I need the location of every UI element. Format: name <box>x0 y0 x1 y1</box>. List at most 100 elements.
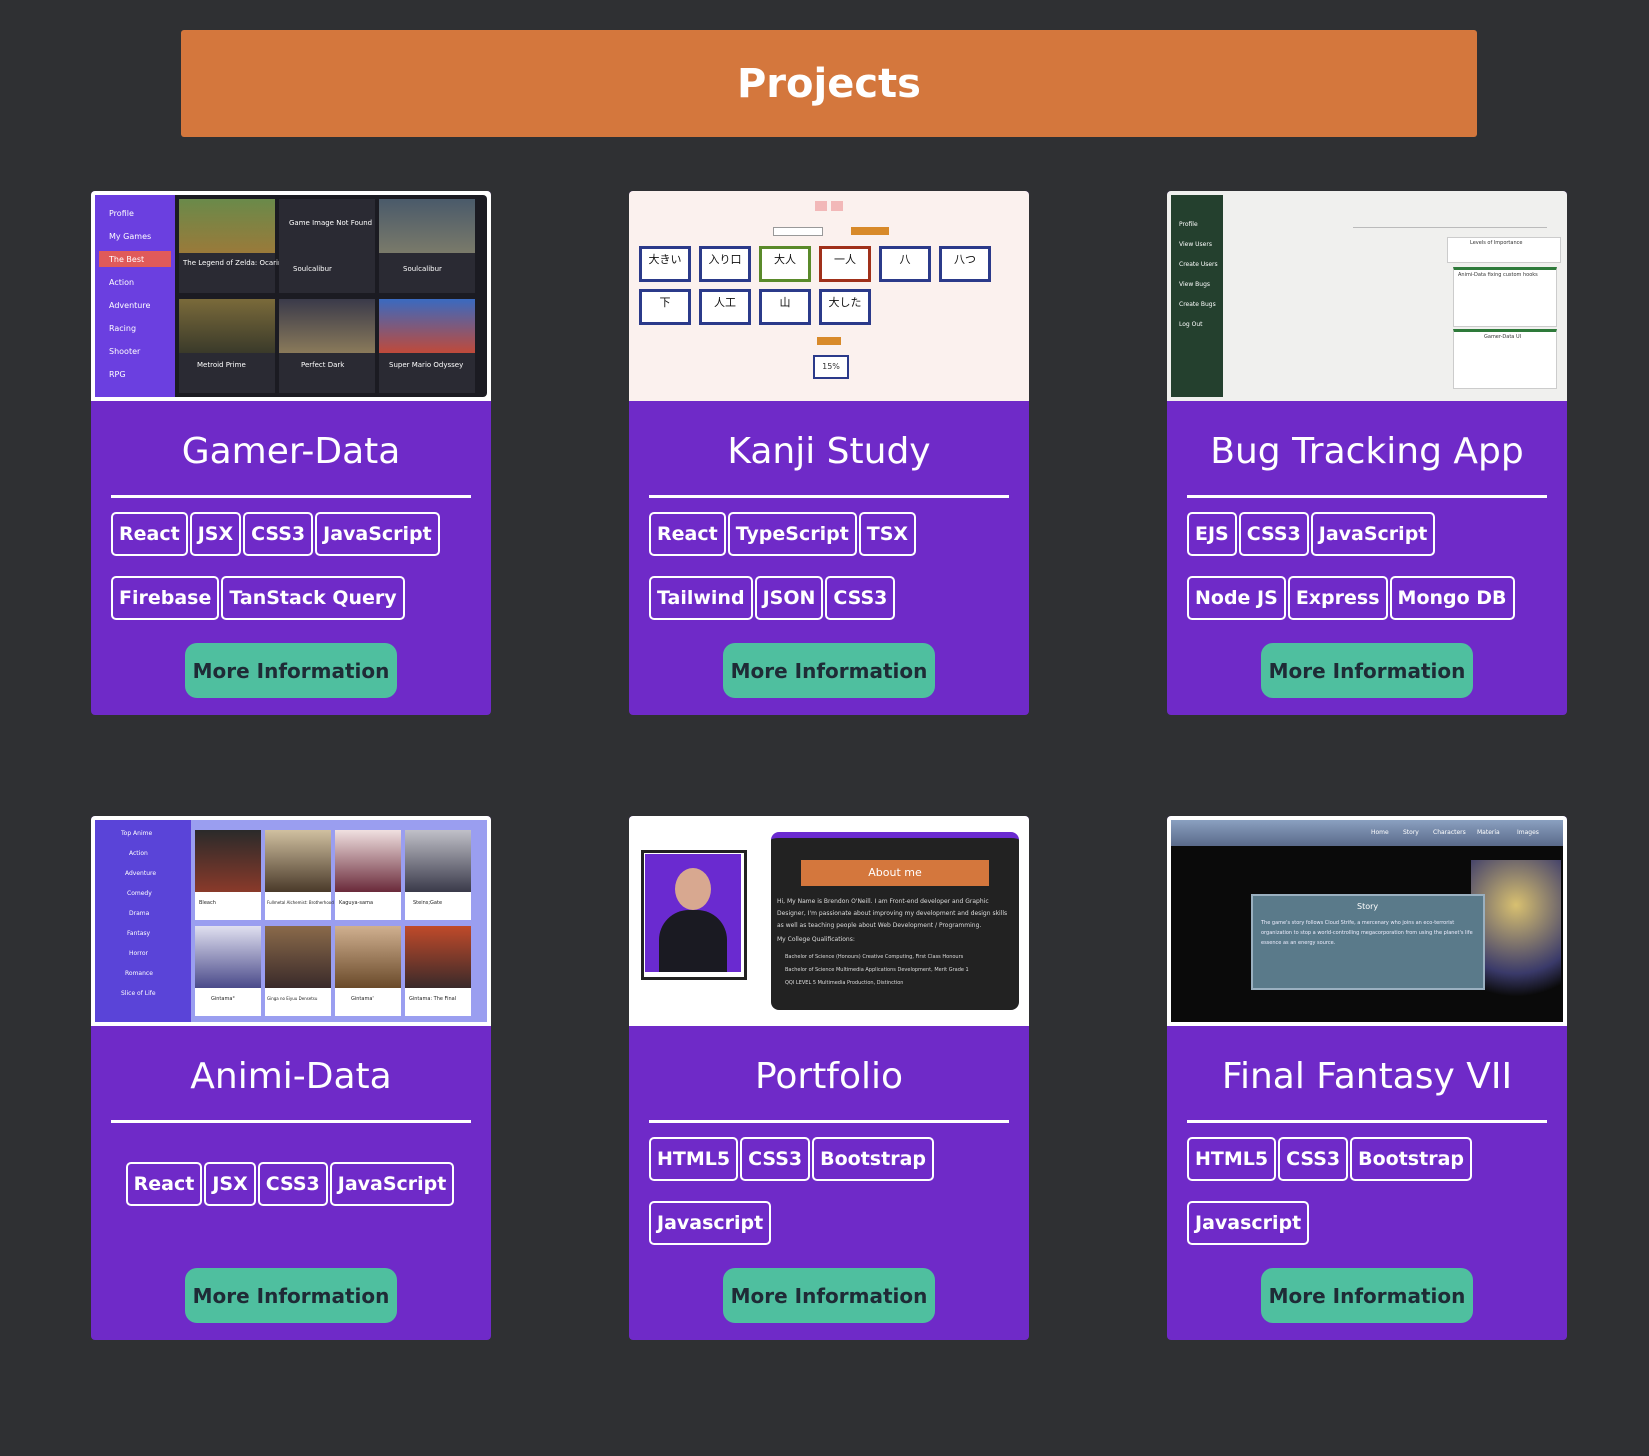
anime-title: Steins;Gate <box>413 900 443 906</box>
bug-title: Gamer-Data UI <box>1484 334 1522 340</box>
menu-item: Shooter <box>109 347 141 356</box>
tech-tag: JSON <box>754 576 824 620</box>
qual-item: Bachelor of Science Multimedia Applicati… <box>785 967 969 973</box>
nav-link[interactable]: Story <box>1403 829 1419 836</box>
nav-link[interactable]: Characters <box>1433 829 1466 836</box>
kanji-card[interactable]: 大人 <box>759 246 811 282</box>
kanji-card[interactable]: 山 <box>759 289 811 325</box>
menu-item: Create Bugs <box>1179 301 1216 308</box>
game-title: Soulcalibur <box>403 265 442 273</box>
project-screenshot: About me Hi, My Name is Brendon O'Neill.… <box>629 816 1029 1026</box>
kanji-card[interactable]: 大した <box>819 289 871 325</box>
project-screenshot: Home Story Characters Materia Images Sto… <box>1167 816 1567 1026</box>
menu-item: My Games <box>109 232 152 241</box>
tech-tag: Bootstrap <box>1350 1137 1472 1181</box>
project-card-final-fantasy-vii: Home Story Characters Materia Images Sto… <box>1167 816 1567 1340</box>
project-card-portfolio: About me Hi, My Name is Brendon O'Neill.… <box>629 816 1029 1340</box>
menu-item: RPG <box>109 370 126 379</box>
project-title: Animi-Data <box>190 1056 392 1097</box>
kanji-card[interactable]: 八つ <box>939 246 991 282</box>
menu-item: View Users <box>1179 241 1212 248</box>
kanji-card[interactable]: 下 <box>639 289 691 325</box>
kanji-card[interactable]: 八 <box>879 246 931 282</box>
tech-tag: Javascript <box>649 1201 772 1245</box>
tech-tag: Javascript <box>1187 1201 1310 1245</box>
title-divider <box>1187 1120 1547 1123</box>
anime-title: Ginga no Eiyuu Densetsu <box>267 996 318 1001</box>
menu-item: Slice of Life <box>121 990 156 997</box>
tech-tag: TSX <box>858 512 917 556</box>
kanji-card[interactable]: 一人 <box>819 246 871 282</box>
menu-item: Action <box>109 278 135 287</box>
menu-item: Profile <box>1179 221 1198 228</box>
project-screenshot: Profile View Users Create Users View Bug… <box>1167 191 1567 401</box>
anime-title: Bleach <box>199 900 216 906</box>
tech-tag: JavaScript <box>315 512 440 556</box>
menu-item: Log Out <box>1179 321 1203 328</box>
more-information-button[interactable]: More Information <box>185 643 397 698</box>
menu-item: Horror <box>129 950 149 957</box>
legend-title: Levels of Importance <box>1470 240 1523 246</box>
title-divider <box>649 495 1009 498</box>
menu-item: Comedy <box>127 890 152 897</box>
tech-tag: Tailwind <box>649 576 753 620</box>
kanji-card[interactable]: 人工 <box>699 289 751 325</box>
project-title: Bug Tracking App <box>1210 431 1524 472</box>
project-screenshot: Profile My Games The Best Action Adventu… <box>91 191 491 401</box>
more-information-button[interactable]: More Information <box>723 1268 935 1323</box>
tech-tag: Express <box>1287 576 1388 620</box>
about-heading: About me <box>801 860 989 886</box>
tech-tags: React JSX CSS3 JavaScript <box>111 1162 471 1226</box>
kanji-card[interactable]: 入り口 <box>699 246 751 282</box>
about-text: Hi, My Name is Brendon O'Neill. I am Fro… <box>777 898 1008 929</box>
project-title: Kanji Study <box>727 431 931 472</box>
more-information-button[interactable]: More Information <box>1261 643 1473 698</box>
tech-tags: HTML5 CSS3 Bootstrap Javascript <box>1187 1137 1547 1265</box>
tech-tag: CSS3 <box>825 576 896 620</box>
tech-tag: HTML5 <box>1187 1137 1277 1181</box>
story-title: Story <box>1357 902 1379 911</box>
tech-tag: React <box>125 1162 203 1206</box>
project-card-gamer-data: Profile My Games The Best Action Adventu… <box>91 191 491 715</box>
profile-photo <box>645 854 741 972</box>
more-information-button[interactable]: More Information <box>723 643 935 698</box>
menu-item: Create Users <box>1179 261 1218 268</box>
qual-item: QQI LEVEL 5 Multimedia Production, Disti… <box>785 980 904 986</box>
tech-tag: CSS3 <box>1278 1137 1349 1181</box>
anime-title: Gintama' <box>351 996 374 1002</box>
game-not-found: Game Image Not Found <box>289 219 373 227</box>
menu-item: The Best <box>109 255 145 264</box>
menu-item: Top Anime <box>121 830 153 837</box>
game-title: Perfect Dark <box>301 361 345 369</box>
more-information-button[interactable]: More Information <box>185 1268 397 1323</box>
story-text: The game's story follows Cloud Strife, a… <box>1261 920 1473 946</box>
title-divider <box>1187 495 1547 498</box>
tech-tag: JavaScript <box>1310 512 1436 556</box>
tech-tag: CSS3 <box>1238 512 1309 556</box>
tech-tag: Firebase <box>111 576 220 620</box>
tech-tag: HTML5 <box>649 1137 739 1181</box>
menu-item: View Bugs <box>1179 281 1210 288</box>
project-title: Final Fantasy VII <box>1221 1056 1513 1097</box>
quals-title: My College Qualifications: <box>777 936 855 943</box>
bug-title: Animi-Data fixing custom hooks <box>1458 272 1538 278</box>
anime-title: Kaguya-sama <box>339 900 374 906</box>
anime-title: Gintama° <box>211 996 235 1002</box>
tech-tag: JSX <box>204 1162 256 1206</box>
tech-tag: EJS <box>1187 512 1237 556</box>
nav-link[interactable]: Home <box>1371 829 1389 836</box>
nav-link[interactable]: Materia <box>1477 829 1500 836</box>
more-information-button[interactable]: More Information <box>1261 1268 1473 1323</box>
nav-link[interactable]: Images <box>1517 829 1539 836</box>
title-divider <box>111 495 471 498</box>
kanji-card[interactable]: 大きい <box>639 246 691 282</box>
project-card-kanji-study: 大きい 入り口 大人 一人 八 八つ 下 人工 山 大した 15% Kanji … <box>629 191 1029 715</box>
project-title: Portfolio <box>754 1056 904 1097</box>
project-screenshot: 大きい 入り口 大人 一人 八 八つ 下 人工 山 大した 15% <box>629 191 1029 401</box>
menu-item: Racing <box>109 324 137 333</box>
qual-item: Bachelor of Science (Honours) Creative C… <box>785 954 964 960</box>
menu-item: Action <box>129 850 148 857</box>
tech-tag: Bootstrap <box>812 1137 934 1181</box>
page-title: Projects <box>736 60 921 107</box>
project-card-bug-tracking-app: Profile View Users Create Users View Bug… <box>1167 191 1567 715</box>
